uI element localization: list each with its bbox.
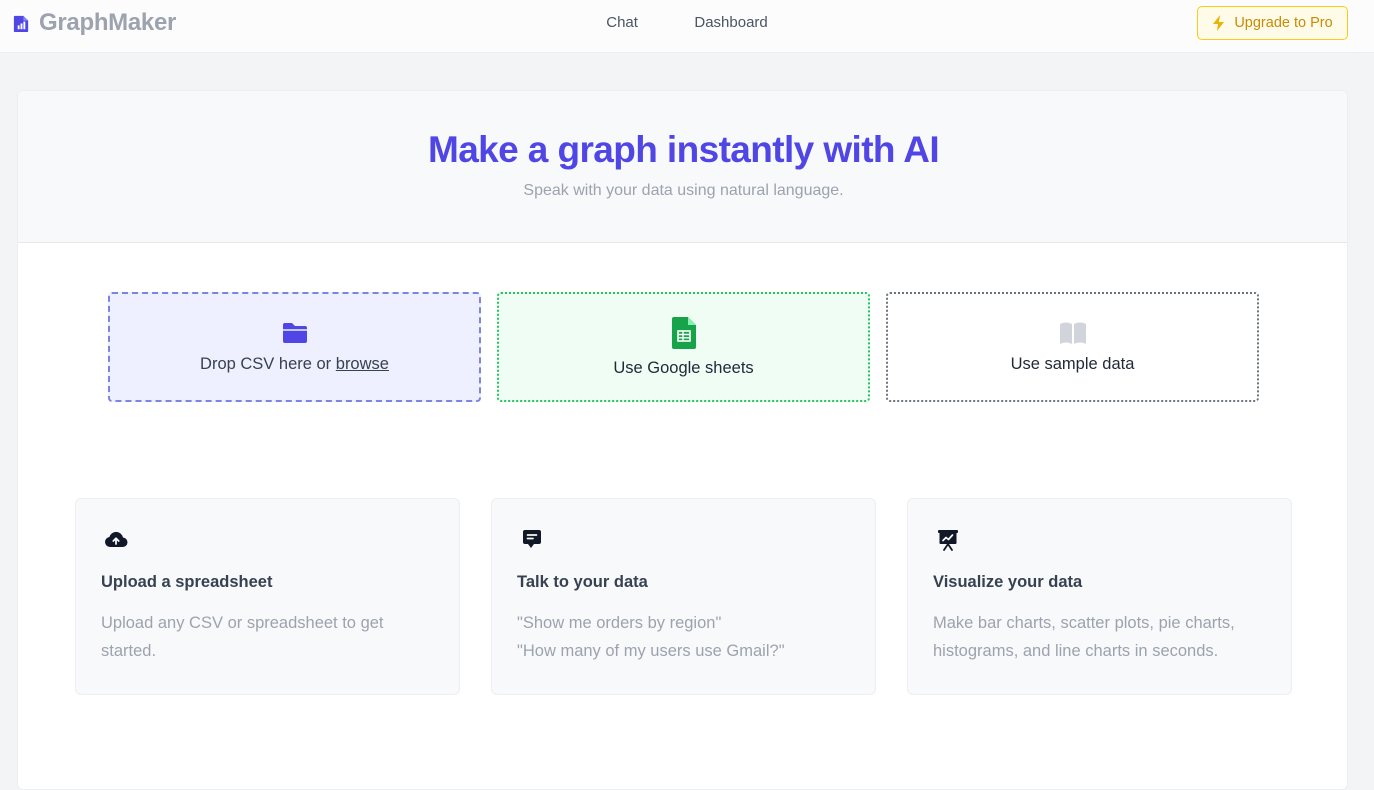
- presentation-chart-icon: [938, 530, 958, 551]
- hero-section: Make a graph instantly with AI Speak wit…: [18, 91, 1347, 243]
- top-navbar: GraphMaker Chat Dashboard Upgrade to Pro: [0, 0, 1374, 53]
- main-card: Make a graph instantly with AI Speak wit…: [17, 90, 1348, 790]
- upgrade-button[interactable]: Upgrade to Pro: [1197, 6, 1348, 40]
- sample-data-option[interactable]: Use sample data: [886, 292, 1259, 402]
- feature-description-line: "How many of my users use Gmail?": [517, 642, 785, 660]
- feature-description: Make bar charts, scatter plots, pie char…: [933, 609, 1273, 665]
- csv-dropzone-text: Drop CSV here or: [200, 354, 336, 373]
- feature-card-talk: Talk to your data "Show me orders by reg…: [491, 498, 876, 695]
- google-sheets-icon: [671, 316, 696, 349]
- folder-icon: [282, 322, 307, 343]
- feature-description-line: Make bar charts, scatter plots, pie char…: [933, 614, 1235, 660]
- main-nav: Chat Dashboard: [0, 14, 1374, 34]
- feature-description-line: Upload any CSV or spreadsheet to get sta…: [101, 614, 384, 660]
- upgrade-label: Upgrade to Pro: [1234, 15, 1333, 31]
- nav-link-dashboard[interactable]: Dashboard: [694, 14, 767, 32]
- feature-description: Upload any CSV or spreadsheet to get sta…: [101, 609, 441, 665]
- document-chart-icon: [13, 15, 29, 32]
- hero-subtitle: Speak with your data using natural langu…: [523, 182, 844, 199]
- feature-title: Upload a spreadsheet: [101, 573, 273, 591]
- hero-title: Make a graph instantly with AI: [427, 129, 940, 170]
- brand-name: GraphMaker: [39, 9, 177, 36]
- google-sheets-option[interactable]: Use Google sheets: [497, 292, 870, 402]
- chat-bubble-icon: [523, 530, 541, 548]
- open-book-icon: [1059, 322, 1086, 344]
- feature-card-upload: Upload a spreadsheet Upload any CSV or s…: [75, 498, 460, 695]
- google-sheets-label: Use Google sheets: [613, 358, 754, 377]
- feature-description: "Show me orders by region" "How many of …: [517, 609, 857, 665]
- brand-logo[interactable]: GraphMaker: [12, 9, 176, 37]
- sample-data-label: Use sample data: [1010, 354, 1135, 373]
- browse-link[interactable]: browse: [336, 355, 389, 373]
- feature-title: Talk to your data: [517, 573, 648, 591]
- nav-link-chat[interactable]: Chat: [606, 14, 638, 32]
- csv-dropzone[interactable]: Drop CSV here or browse: [108, 292, 481, 402]
- feature-card-visualize: Visualize your data Make bar charts, sca…: [907, 498, 1292, 695]
- feature-title: Visualize your data: [933, 573, 1083, 591]
- lightning-icon: [1213, 15, 1225, 31]
- cloud-upload-icon: [105, 531, 128, 548]
- csv-dropzone-label: Drop CSV here or browse: [200, 355, 389, 374]
- feature-description-line: "Show me orders by region": [517, 614, 722, 632]
